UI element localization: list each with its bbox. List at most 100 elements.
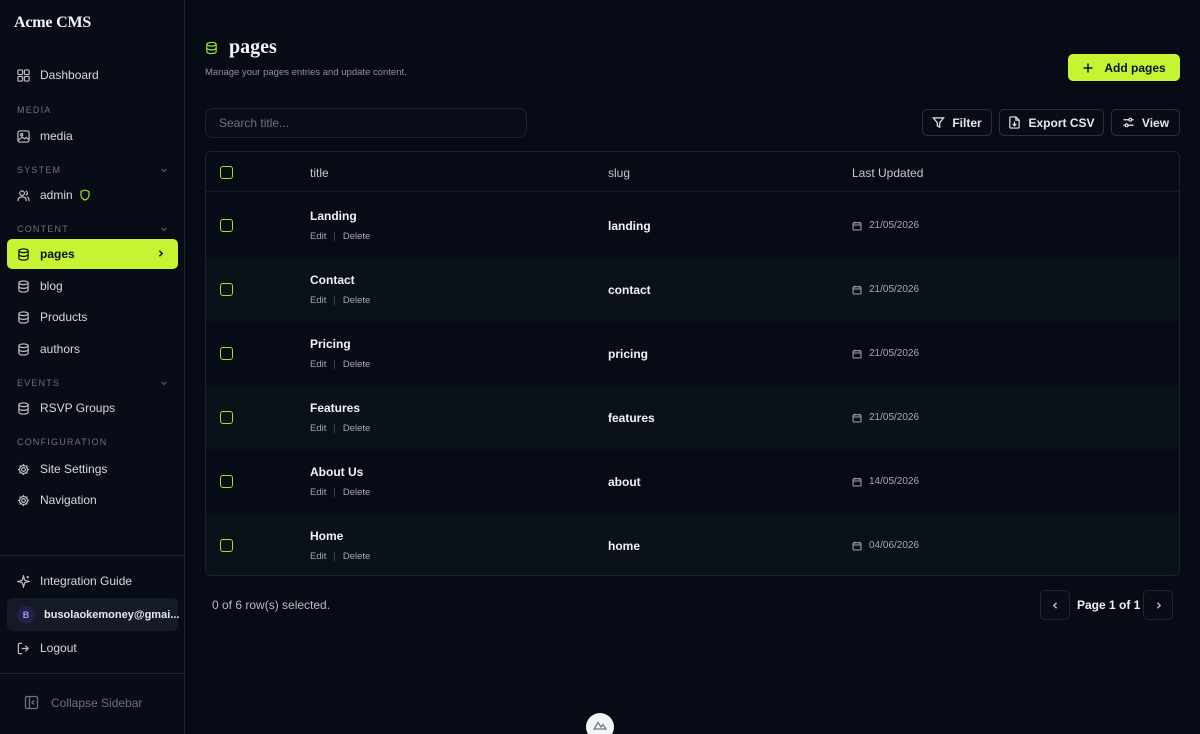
row-last-updated: 21/05/2026 <box>852 412 919 423</box>
table-row[interactable]: Landing Edit | Delete landing 21/05/2026 <box>206 193 1179 257</box>
page-indicator: Page 1 of 1 <box>1077 598 1141 612</box>
row-checkbox[interactable] <box>220 411 233 424</box>
select-all-checkbox[interactable] <box>220 166 233 179</box>
table-header: title slug Last Updated <box>206 152 1179 192</box>
database-icon <box>206 41 217 54</box>
table-row[interactable]: Contact Edit | Delete contact 21/05/2026 <box>206 257 1179 321</box>
edit-link[interactable]: Edit <box>310 231 326 242</box>
row-actions: Edit | Delete <box>310 551 370 562</box>
previous-page-button[interactable] <box>1040 590 1070 620</box>
sidebar-item-label: Dashboard <box>40 68 99 82</box>
delete-link[interactable]: Delete <box>343 487 370 498</box>
mountain-logo-icon <box>593 721 607 730</box>
grid-icon <box>17 68 30 82</box>
calendar-icon <box>852 349 862 358</box>
sliders-icon <box>1123 117 1134 128</box>
row-title[interactable]: Landing <box>310 209 357 223</box>
devtools-badge[interactable] <box>586 713 614 734</box>
edit-link[interactable]: Edit <box>310 295 326 306</box>
row-title[interactable]: Features <box>310 401 360 415</box>
filter-button[interactable]: Filter <box>922 109 992 136</box>
row-checkbox[interactable] <box>220 539 233 552</box>
export-csv-button[interactable]: Export CSV <box>999 109 1104 136</box>
section-label-content[interactable]: CONTENT <box>17 223 169 235</box>
next-page-button[interactable] <box>1143 590 1173 620</box>
delete-link[interactable]: Delete <box>343 359 370 370</box>
search-input[interactable] <box>205 108 527 138</box>
page-subtitle: Manage your pages entries and update con… <box>205 67 407 78</box>
sidebar-item-products[interactable]: Products <box>7 302 178 332</box>
chevron-down-icon <box>161 381 167 386</box>
row-checkbox[interactable] <box>220 219 233 232</box>
database-icon <box>18 401 29 415</box>
delete-link[interactable]: Delete <box>343 231 370 242</box>
sidebar-item-label: admin <box>40 188 73 202</box>
sidebar-item-blog[interactable]: blog <box>7 271 178 301</box>
sidebar-item-label: RSVP Groups <box>40 401 116 415</box>
view-label: View <box>1141 115 1170 130</box>
sidebar-item-label: media <box>40 129 73 143</box>
row-checkbox[interactable] <box>220 475 233 488</box>
chevron-left-icon <box>1052 601 1057 609</box>
sidebar-item-site-settings[interactable]: Site Settings <box>7 454 178 484</box>
row-actions: Edit | Delete <box>310 359 370 370</box>
sidebar-item-pages[interactable]: pages <box>7 239 178 269</box>
table-row[interactable]: Features Edit | Delete features 21/05/20… <box>206 385 1179 449</box>
add-pages-button[interactable]: Add pages <box>1068 54 1180 81</box>
calendar-icon <box>852 541 862 550</box>
sidebar-item-integration-guide[interactable]: Integration Guide <box>7 566 178 596</box>
brand-logo[interactable]: Acme CMS <box>14 14 91 32</box>
edit-link[interactable]: Edit <box>310 487 326 498</box>
edit-link[interactable]: Edit <box>310 551 326 562</box>
delete-link[interactable]: Delete <box>343 295 370 306</box>
logout-button[interactable]: Logout <box>7 633 178 663</box>
section-label-system[interactable]: SYSTEM <box>17 164 169 176</box>
chevron-down-icon <box>161 168 167 173</box>
row-checkbox[interactable] <box>220 283 233 296</box>
column-header-slug[interactable]: slug <box>608 166 630 180</box>
row-actions: Edit | Delete <box>310 423 370 434</box>
sidebar-item-label: Products <box>40 310 88 324</box>
section-label-media: MEDIA <box>17 105 52 115</box>
table-row[interactable]: Home Edit | Delete home 04/06/2026 <box>206 513 1179 575</box>
row-checkbox[interactable] <box>220 347 233 360</box>
calendar-icon <box>852 477 862 486</box>
user-account[interactable]: B busolaokemoney@gmai... <box>7 598 179 631</box>
column-header-title[interactable]: title <box>310 166 329 180</box>
file-export-icon <box>1009 116 1021 129</box>
separator: | <box>333 551 336 562</box>
column-header-last-updated[interactable]: Last Updated <box>852 166 923 180</box>
edit-link[interactable]: Edit <box>310 423 326 434</box>
sidebar-item-admin[interactable]: admin <box>7 180 178 210</box>
row-slug: about <box>608 475 641 489</box>
row-title[interactable]: Home <box>310 529 343 543</box>
row-last-updated: 14/05/2026 <box>852 476 919 487</box>
row-title[interactable]: Pricing <box>310 337 351 351</box>
calendar-icon <box>852 285 862 294</box>
sparkle-icon <box>17 574 30 588</box>
view-button[interactable]: View <box>1111 109 1180 136</box>
section-label-events[interactable]: EVENTS <box>17 377 169 389</box>
sidebar-item-label: pages <box>40 247 75 261</box>
sidebar-item-rsvp-groups[interactable]: RSVP Groups <box>7 393 178 423</box>
delete-link[interactable]: Delete <box>343 551 370 562</box>
table-row[interactable]: Pricing Edit | Delete pricing 21/05/2026 <box>206 321 1179 385</box>
delete-link[interactable]: Delete <box>343 423 370 434</box>
table-row[interactable]: About Us Edit | Delete about 14/05/2026 <box>206 449 1179 513</box>
sidebar-item-authors[interactable]: authors <box>7 334 178 364</box>
sidebar-item-label: Navigation <box>40 493 97 507</box>
collapse-sidebar-button[interactable]: Collapse Sidebar <box>24 695 142 710</box>
sidebar-item-media[interactable]: media <box>7 121 178 151</box>
chevron-right-icon <box>1156 601 1161 609</box>
edit-link[interactable]: Edit <box>310 359 326 370</box>
row-slug: contact <box>608 283 651 297</box>
sidebar-item-dashboard[interactable]: Dashboard <box>7 60 178 90</box>
database-icon <box>18 247 29 261</box>
sidebar-item-label: authors <box>40 342 81 356</box>
row-title[interactable]: About Us <box>310 465 363 479</box>
sidebar-item-navigation[interactable]: Navigation <box>7 485 178 515</box>
row-actions: Edit | Delete <box>310 487 370 498</box>
row-title[interactable]: Contact <box>310 273 355 287</box>
filter-icon <box>932 117 946 129</box>
image-icon <box>17 129 30 143</box>
